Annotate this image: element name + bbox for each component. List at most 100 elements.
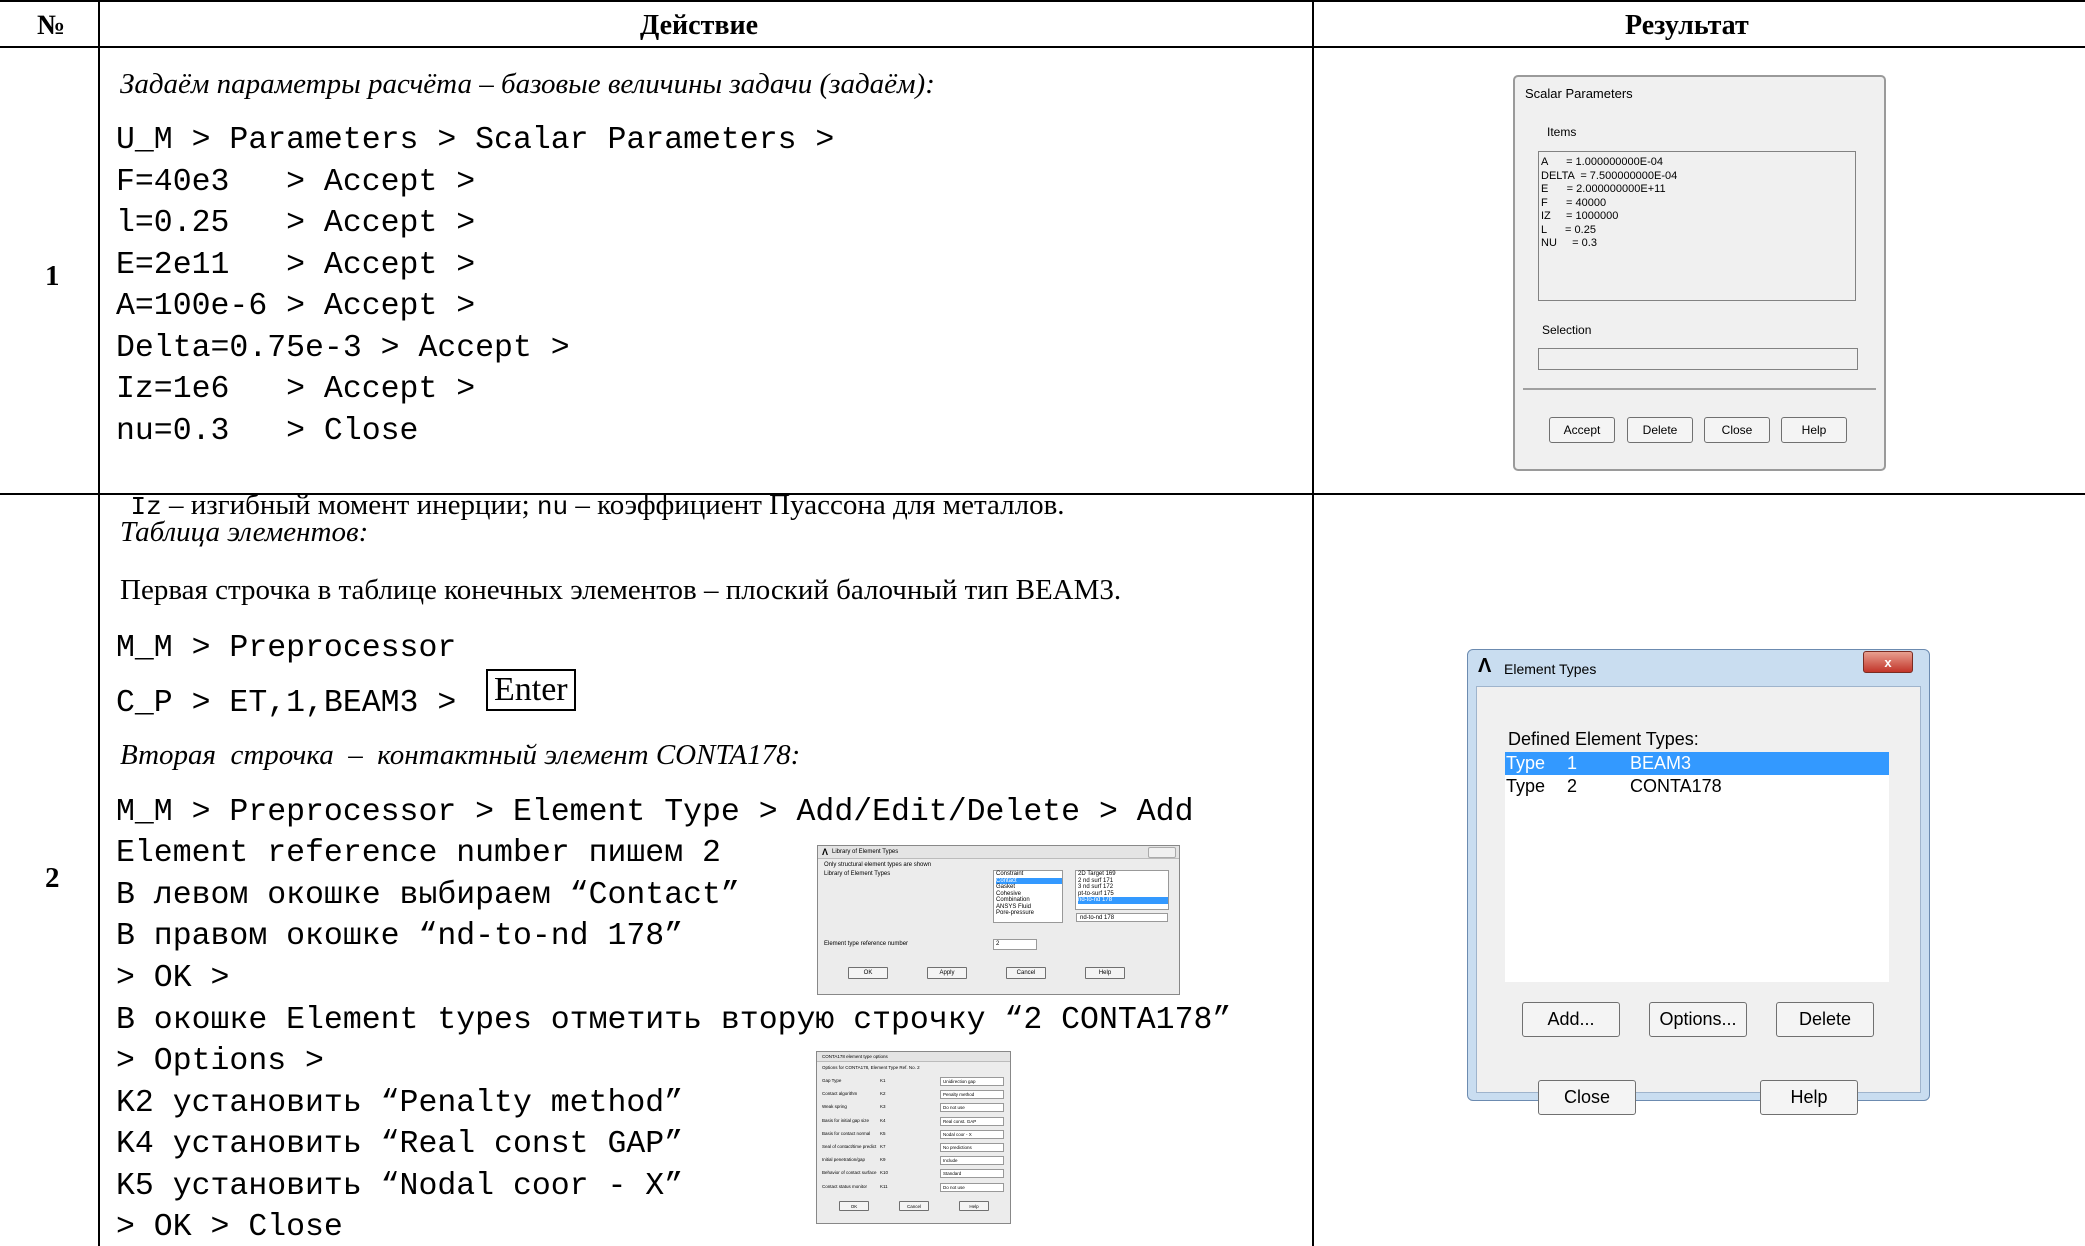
list-item[interactable]: IZ = 1000000	[1541, 210, 1853, 224]
close-button[interactable]: Close	[1704, 417, 1770, 443]
row1-line-1: U_M > Parameters > Scalar Parameters >	[116, 123, 835, 158]
option-label: Weak spring	[822, 1104, 847, 1110]
ansys-logo-icon: Λ	[822, 847, 829, 857]
option-row: Behavior of contact surface K10 Standard	[822, 1169, 1005, 1179]
row2-intro: Таблица элементов:	[120, 516, 369, 548]
scalar-parameters-dialog: Scalar Parameters Items A = 1.000000000E…	[1513, 75, 1886, 471]
library-left-list[interactable]: Constraint Contact Gasket Cohesive Combi…	[993, 870, 1063, 923]
list-item[interactable]: nd-to-nd 178	[1078, 897, 1168, 904]
element-types-list[interactable]: Type 1 BEAM3 Type 2 CONTA178	[1505, 752, 1889, 982]
defined-element-types-label: Defined Element Types:	[1508, 729, 1699, 749]
cancel-button[interactable]: Cancel	[1006, 967, 1046, 979]
list-item[interactable]: L = 0.25	[1541, 224, 1853, 238]
row1-line-5: A=100e-6 > Accept >	[116, 289, 476, 324]
option-select[interactable]: Do not use	[940, 1182, 1004, 1192]
element-types-title: Element Types	[1504, 661, 1597, 677]
row2-line-8: K2 установить “Penalty method”	[116, 1086, 684, 1121]
library-close-button[interactable]	[1148, 847, 1176, 858]
row2-line-7: > Options >	[116, 1044, 324, 1079]
option-select[interactable]: Do not use	[940, 1103, 1004, 1113]
row-number-2: 2	[45, 862, 60, 894]
option-key: K2	[880, 1091, 886, 1097]
row2-line-10: K5 установить “Nodal coor - X”	[116, 1169, 684, 1204]
option-key: K3	[880, 1104, 886, 1110]
delete-button[interactable]: Delete	[1776, 1002, 1874, 1037]
help-button[interactable]: Help	[1760, 1080, 1858, 1115]
option-select[interactable]: Unidirection gap	[940, 1077, 1004, 1086]
option-select[interactable]: Include	[940, 1156, 1004, 1166]
header-bottom-border	[0, 46, 2085, 48]
option-select[interactable]: Nodal coor - X	[940, 1129, 1004, 1139]
row1-line-6: Delta=0.75e-3 > Accept >	[116, 331, 570, 366]
close-button[interactable]: Close	[1538, 1080, 1636, 1115]
dialog-separator	[1523, 388, 1876, 390]
table-row[interactable]: Type 2 CONTA178	[1505, 775, 1889, 798]
row2-line-3: В левом окошке выбираем “Contact”	[116, 878, 740, 913]
conta178-options-dialog: CONTA178 element type options Options fo…	[816, 1051, 1011, 1224]
accept-button[interactable]: Accept	[1549, 417, 1615, 443]
option-row: Basis for contact normal K5 Nodal coor - X	[822, 1129, 1005, 1139]
element-types-dialog: Λ Element Types x Defined Element Types:…	[1467, 649, 1930, 1115]
list-item[interactable]: DELTA = 7.500000000E-04	[1541, 170, 1853, 184]
option-row: Contact status monitor K11 Do not use	[822, 1182, 1005, 1192]
selection-input[interactable]	[1538, 348, 1858, 370]
apply-button[interactable]: Apply	[927, 967, 967, 979]
help-button[interactable]: Help	[1085, 967, 1125, 979]
type-name: BEAM3	[1630, 753, 1692, 773]
option-row: Gap Type K1 Unidirection gap	[822, 1077, 1005, 1086]
header-num: №	[37, 10, 66, 41]
library-title: Library of Element Types	[832, 849, 899, 855]
row2-line-1: M_M > Preprocessor > Element Type > Add/…	[116, 795, 1194, 830]
option-select[interactable]: Standard	[940, 1169, 1004, 1179]
option-select[interactable]: Penalty method	[940, 1090, 1004, 1100]
type-number: 1	[1567, 753, 1578, 773]
option-select[interactable]: Real const. GAP	[940, 1116, 1004, 1126]
row2-first-line: Первая строчка в таблице конечных элемен…	[120, 574, 1122, 606]
list-item[interactable]: A = 1.000000000E-04	[1541, 156, 1853, 170]
type-label: Type	[1506, 753, 1546, 773]
delete-button[interactable]: Delete	[1627, 417, 1693, 443]
library-dialog: Λ Library of Element Types Only structur…	[817, 845, 1180, 995]
option-key: K9	[880, 1157, 886, 1163]
options-button[interactable]: Options...	[1649, 1002, 1747, 1037]
row-number-1: 1	[45, 260, 60, 292]
list-item[interactable]: F = 40000	[1541, 197, 1853, 211]
option-label: Seal of contact/time predict	[822, 1144, 877, 1149]
option-label: Contact algorithm	[822, 1091, 858, 1097]
options-heading: Options for CONTA178, Element Type Ref. …	[822, 1065, 920, 1070]
close-icon: x	[1884, 654, 1892, 670]
list-item[interactable]: Pore-pressure	[996, 910, 1062, 917]
type-number: 2	[1567, 776, 1578, 796]
row2-cmd-2: C_P > ET,1,BEAM3 >	[116, 686, 457, 721]
option-key: K4	[880, 1117, 886, 1123]
library-label: Library of Element Types	[824, 871, 891, 877]
row2-line-4: В правом окошке “nd-to-nd 178”	[116, 919, 684, 954]
ok-button[interactable]: OK	[839, 1201, 869, 1211]
help-button[interactable]: Help	[959, 1201, 989, 1211]
row1-line-7: Iz=1e6 > Accept >	[116, 372, 476, 407]
option-row: Weak spring K3 Do not use	[822, 1103, 1005, 1113]
row1-line-3: l=0.25 > Accept >	[116, 206, 476, 241]
option-select[interactable]: No predictions	[940, 1143, 1004, 1152]
element-types-body: Defined Element Types: Type 1 BEAM3 Type…	[1476, 686, 1921, 1115]
row2-line-5: > OK >	[116, 961, 230, 996]
library-note: Only structural element types are shown	[824, 862, 932, 868]
ok-button[interactable]: OK	[848, 967, 888, 979]
option-label: Contact status monitor	[822, 1183, 868, 1189]
row2-line-2: Element reference number пишем 2	[116, 836, 721, 871]
help-button[interactable]: Help	[1781, 417, 1847, 443]
row2-second-intro: Вторая строчка – контактный элемент CONT…	[120, 739, 801, 771]
list-item[interactable]: E = 2.000000000E+11	[1541, 183, 1853, 197]
window-close-button[interactable]: x	[1863, 651, 1913, 673]
dialog-title: Scalar Parameters	[1525, 86, 1633, 101]
row1-note: Iz – изгибный момент инерции; nu – коэфф…	[116, 462, 1065, 521]
table-row[interactable]: Type 1 BEAM3	[1505, 752, 1889, 775]
cancel-button[interactable]: Cancel	[899, 1201, 929, 1211]
row1-note-text2: – коэффициент Пуассона для металлов.	[568, 489, 1065, 521]
list-item[interactable]: NU = 0.3	[1541, 237, 1853, 251]
add-button[interactable]: Add...	[1522, 1002, 1620, 1037]
library-right-list[interactable]: 2D Target 169 2 nd surf 171 3 nd surf 17…	[1075, 870, 1169, 910]
option-row: Contact algorithm K2 Penalty method	[822, 1090, 1005, 1100]
items-list[interactable]: A = 1.000000000E-04 DELTA = 7.500000000E…	[1538, 151, 1856, 301]
ref-number-input[interactable]: 2	[993, 939, 1037, 950]
